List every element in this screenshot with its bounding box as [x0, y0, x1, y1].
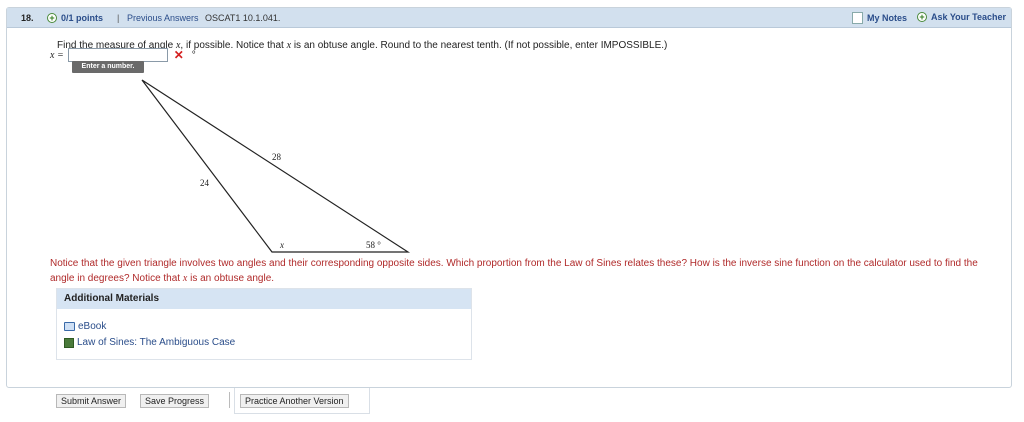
ebook-link[interactable]: eBook [64, 321, 106, 332]
submit-answer-button[interactable]: Submit Answer [56, 394, 127, 408]
hint-text: Notice that the given triangle involves … [50, 256, 990, 286]
ask-teacher-button[interactable]: + Ask Your Teacher [917, 12, 1006, 22]
plus-icon: + [917, 12, 927, 22]
note-icon [852, 12, 863, 24]
degree-symbol: ° [191, 49, 196, 61]
additional-materials-panel: Additional Materials eBook Law of Sines:… [56, 288, 472, 360]
question-number: 18. [21, 13, 34, 23]
ebook-label: eBook [78, 321, 107, 332]
prompt-text-3: is an obtuse angle. Round to the nearest… [291, 40, 668, 51]
answer-label: x = [50, 49, 64, 61]
book-icon [64, 322, 75, 331]
angle-label-58: 58 ° [366, 240, 381, 250]
expand-plus-icon[interactable]: + [47, 13, 57, 23]
button-separator [229, 392, 230, 408]
question-header: 18. + 0/1 points | Previous Answers OSCA… [7, 8, 1011, 28]
law-of-sines-label: Law of Sines: The Ambiguous Case [77, 337, 236, 348]
question-reference: OSCAT1 10.1.041. [205, 13, 281, 23]
practice-another-version-button[interactable]: Practice Another Version [240, 394, 349, 408]
film-icon [64, 337, 74, 348]
side-label-top: 28 [272, 152, 282, 162]
previous-answers-link[interactable]: Previous Answers [127, 13, 199, 23]
my-notes-button[interactable]: My Notes [852, 12, 907, 24]
points-score: 0/1 points [61, 13, 104, 23]
hint-text-2: is an obtuse angle. [187, 273, 275, 284]
law-of-sines-link[interactable]: Law of Sines: The Ambiguous Case [64, 337, 235, 348]
answer-input[interactable] [67, 48, 168, 62]
my-notes-label: My Notes [867, 13, 908, 23]
prompt-text-2: , if possible. Notice that [180, 40, 287, 51]
header-separator: | [117, 13, 120, 23]
save-progress-button[interactable]: Save Progress [140, 394, 210, 408]
materials-title: Additional Materials [57, 289, 471, 309]
ask-teacher-label: Ask Your Teacher [931, 12, 1007, 22]
triangle-figure: 28 24 x 58 ° [141, 79, 411, 253]
triangle-shape [141, 79, 411, 253]
side-label-left: 24 [200, 178, 210, 188]
answer-row: x = ✕ ° [50, 48, 196, 62]
angle-label-x: x [279, 240, 284, 250]
incorrect-x-icon: ✕ [173, 48, 184, 62]
